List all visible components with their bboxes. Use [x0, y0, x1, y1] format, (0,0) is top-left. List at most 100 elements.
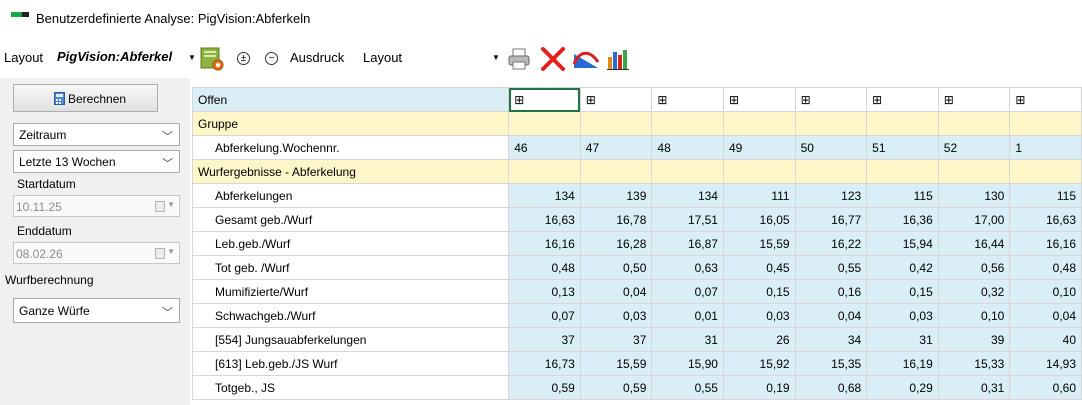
value-cell[interactable]: 16,63: [508, 207, 581, 232]
value-cell[interactable]: 40: [1009, 327, 1082, 352]
value-cell[interactable]: 0,48: [1009, 255, 1082, 280]
expand-all-button[interactable]: ±: [237, 52, 250, 65]
value-cell[interactable]: 0,42: [866, 255, 939, 280]
expand-column-toggle[interactable]: ⊞: [722, 87, 796, 112]
value-cell[interactable]: 15,59: [722, 231, 796, 256]
value-cell[interactable]: 15,94: [866, 231, 939, 256]
calculate-button[interactable]: Berechnen: [13, 84, 158, 112]
value-cell[interactable]: 31: [651, 327, 724, 352]
printer-icon[interactable]: [506, 46, 532, 75]
value-cell[interactable]: 34: [794, 327, 868, 352]
value-cell[interactable]: 16,16: [508, 231, 581, 256]
value-cell[interactable]: 15,90: [651, 351, 724, 376]
layout-name-dropdown[interactable]: PigVision:Abferkel: [57, 49, 172, 64]
week-number-cell[interactable]: 50: [794, 135, 868, 160]
expand-column-icon[interactable]: ⊞: [586, 93, 596, 107]
expand-column-icon[interactable]: ⊞: [872, 93, 882, 107]
value-cell[interactable]: 16,16: [1009, 231, 1082, 256]
value-cell[interactable]: 0,04: [1009, 303, 1082, 328]
value-cell[interactable]: 139: [579, 183, 653, 208]
week-number-cell[interactable]: 47: [579, 135, 653, 160]
value-cell[interactable]: 111: [722, 183, 796, 208]
bar-chart-icon[interactable]: [606, 47, 630, 74]
start-date-field[interactable]: 10.11.25 ▼: [13, 195, 180, 217]
value-cell[interactable]: 0,10: [937, 303, 1011, 328]
expand-column-toggle[interactable]: ⊞: [937, 87, 1011, 112]
calendar-icon[interactable]: [155, 201, 165, 212]
value-cell[interactable]: 0,32: [937, 279, 1011, 304]
expand-column-toggle[interactable]: ⊞: [651, 87, 724, 112]
value-cell[interactable]: 39: [937, 327, 1011, 352]
value-cell[interactable]: 14,93: [1009, 351, 1082, 376]
end-date-field[interactable]: 08.02.26 ▼: [13, 242, 180, 264]
expand-column-toggle[interactable]: ⊞: [866, 87, 939, 112]
expand-column-icon[interactable]: ⊞: [801, 93, 811, 107]
value-cell[interactable]: 0,48: [508, 255, 581, 280]
value-cell[interactable]: 15,35: [794, 351, 868, 376]
value-cell[interactable]: 134: [508, 183, 581, 208]
value-cell[interactable]: 16,63: [1009, 207, 1082, 232]
value-cell[interactable]: 15,92: [722, 351, 796, 376]
value-cell[interactable]: 0,04: [794, 303, 868, 328]
value-cell[interactable]: 0,55: [794, 255, 868, 280]
value-cell[interactable]: 16,19: [866, 351, 939, 376]
value-cell[interactable]: 17,51: [651, 207, 724, 232]
value-cell[interactable]: 0,31: [937, 375, 1011, 400]
expand-column-icon[interactable]: ⊞: [944, 93, 954, 107]
week-number-cell[interactable]: 1: [1009, 135, 1082, 160]
value-cell[interactable]: 134: [651, 183, 724, 208]
value-cell[interactable]: 0,10: [1009, 279, 1082, 304]
value-cell[interactable]: 0,15: [866, 279, 939, 304]
print-layout-caret-icon[interactable]: ▼: [492, 53, 500, 62]
expand-column-icon[interactable]: ⊞: [514, 93, 524, 107]
layout-settings-icon[interactable]: [199, 46, 225, 75]
value-cell[interactable]: 0,13: [508, 279, 581, 304]
value-cell[interactable]: 0,04: [579, 279, 653, 304]
expand-column-toggle[interactable]: ⊞: [579, 87, 653, 112]
expand-column-toggle[interactable]: ⊞: [794, 87, 868, 112]
value-cell[interactable]: 0,15: [722, 279, 796, 304]
calendar-icon[interactable]: [155, 248, 165, 259]
value-cell[interactable]: 0,29: [866, 375, 939, 400]
value-cell[interactable]: 0,03: [866, 303, 939, 328]
period-mode-select[interactable]: Zeitraum ﹀: [13, 123, 180, 146]
line-chart-icon[interactable]: [572, 46, 600, 75]
value-cell[interactable]: 16,05: [722, 207, 796, 232]
value-cell[interactable]: 115: [1009, 183, 1082, 208]
value-cell[interactable]: 16,78: [579, 207, 653, 232]
value-cell[interactable]: 16,36: [866, 207, 939, 232]
expand-column-toggle[interactable]: ⊞: [508, 87, 581, 112]
week-number-cell[interactable]: 46: [508, 135, 581, 160]
value-cell[interactable]: 0,50: [579, 255, 653, 280]
value-cell[interactable]: 0,56: [937, 255, 1011, 280]
value-cell[interactable]: 16,28: [579, 231, 653, 256]
value-cell[interactable]: 0,01: [651, 303, 724, 328]
value-cell[interactable]: 0,68: [794, 375, 868, 400]
week-number-cell[interactable]: 49: [722, 135, 796, 160]
expand-column-icon[interactable]: ⊞: [729, 93, 739, 107]
dropdown-caret-icon[interactable]: ▼: [167, 247, 175, 256]
value-cell[interactable]: 0,63: [651, 255, 724, 280]
value-cell[interactable]: 31: [866, 327, 939, 352]
value-cell[interactable]: 0,07: [651, 279, 724, 304]
value-cell[interactable]: 0,16: [794, 279, 868, 304]
value-cell[interactable]: 16,73: [508, 351, 581, 376]
value-cell[interactable]: 130: [937, 183, 1011, 208]
week-number-cell[interactable]: 51: [866, 135, 939, 160]
value-cell[interactable]: 37: [508, 327, 581, 352]
value-cell[interactable]: 123: [794, 183, 868, 208]
value-cell[interactable]: 0,07: [508, 303, 581, 328]
value-cell[interactable]: 0,60: [1009, 375, 1082, 400]
collapse-all-button[interactable]: −: [265, 52, 278, 65]
value-cell[interactable]: 16,44: [937, 231, 1011, 256]
value-cell[interactable]: 26: [722, 327, 796, 352]
value-cell[interactable]: 0,59: [508, 375, 581, 400]
expand-column-icon[interactable]: ⊞: [1015, 93, 1025, 107]
period-value-select[interactable]: Letzte 13 Wochen ﹀: [13, 150, 180, 173]
layout-caret-icon[interactable]: ▼: [188, 53, 196, 62]
expand-column-toggle[interactable]: ⊞: [1009, 87, 1082, 112]
value-cell[interactable]: 115: [866, 183, 939, 208]
litter-calc-select[interactable]: Ganze Würfe ﹀: [13, 298, 180, 323]
value-cell[interactable]: 16,77: [794, 207, 868, 232]
week-number-cell[interactable]: 48: [651, 135, 724, 160]
